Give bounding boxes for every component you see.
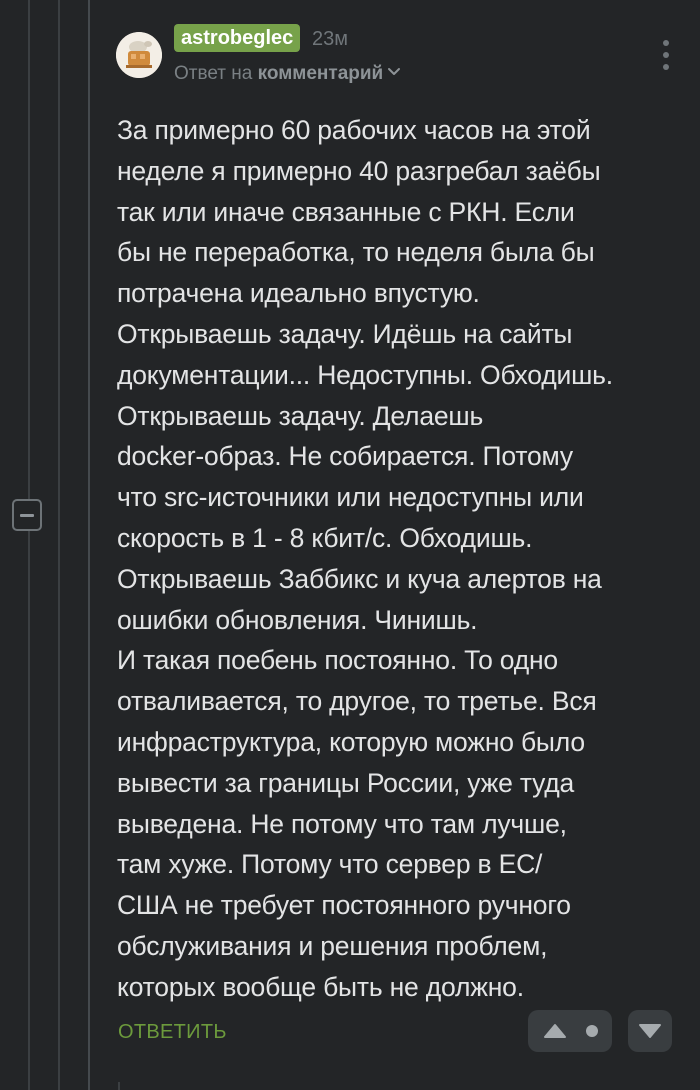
avatar[interactable] (116, 32, 162, 78)
comment-line: там хуже. Потому что сервер в ЕС/ (117, 849, 543, 880)
comment-body: За примерно 60 рабочих часов на этой нед… (117, 110, 677, 1008)
comment-line: За примерно 60 рабочих часов на этой (117, 115, 591, 145)
more-vertical-icon[interactable] (660, 40, 672, 70)
comment-line: которых вообще быть не должно. (117, 971, 524, 1002)
chevron-down-icon[interactable] (387, 60, 401, 84)
collapse-minus-icon (20, 513, 34, 517)
comment-line: Открываешь задачу. Делаешь (117, 400, 484, 431)
comment-line: скорость в 1 - 8 кбит/с. Обходишь. (117, 522, 533, 553)
comment-line: так или иначе связанные с РКН. Если (117, 196, 575, 227)
comment-line: выведена. Не потому что там лучше, (117, 808, 567, 839)
comment-line: США не требует постоянного ручного (117, 890, 571, 921)
comment-line: Открываешь Заббикс и куча алертов на (117, 563, 602, 594)
thread-line (28, 0, 30, 1090)
reply-button[interactable]: ОТВЕТИТЬ (118, 1019, 227, 1045)
menu-dot (663, 52, 669, 58)
avatar-image (116, 32, 162, 78)
comment-line: И такая поебень постоянно. То одно (117, 645, 558, 676)
reply-to-prefix: Ответ на (174, 63, 258, 84)
triangle-up-icon (544, 1024, 566, 1038)
thread-line[interactable] (88, 0, 90, 1090)
username-badge[interactable]: astrobeglec (174, 24, 301, 52)
comment-line: документации... Недоступны. Обходишь. (117, 359, 613, 390)
reply-to-link[interactable]: комментарий (258, 63, 384, 84)
comment-line: неделе я примерно 40 разгребал заёбы (117, 155, 601, 186)
comment-line: Открываешь задачу. Идёшь на сайты (117, 318, 573, 349)
triangle-down-icon (639, 1024, 661, 1038)
vote-down-button[interactable] (628, 1010, 672, 1052)
vote-up-button[interactable] (528, 1010, 612, 1052)
comment-line: что src-источники или недоступны или (117, 482, 584, 513)
comment: astrobeglec 23м Ответ на комментарий За … (100, 0, 700, 1090)
reply-to[interactable]: Ответ на комментарий (174, 62, 401, 86)
comment-line: обслуживания и решения проблем, (117, 930, 548, 961)
collapse-thread-button[interactable] (12, 499, 42, 531)
comment-line: отваливается, то другое, то третье. Вся (117, 686, 597, 717)
comment-line: бы не переработка, то неделя была бы (117, 237, 595, 268)
comment-time: 23м (312, 28, 348, 50)
comment-line: ошибки обновления. Чинишь. (117, 604, 478, 635)
comment-line: docker-образ. Не собирается. Потому (117, 441, 573, 472)
comment-page: astrobeglec 23м Ответ на комментарий За … (0, 0, 700, 1090)
comment-line: вывести за границы России, уже туда (117, 767, 575, 798)
thread-line (58, 0, 60, 1090)
rating-neutral-dot (586, 1025, 598, 1037)
comment-line: инфраструктура, которую можно было (117, 726, 585, 757)
menu-dot (663, 64, 669, 70)
menu-dot (663, 40, 669, 46)
comment-line: потрачена идеально впустую. (117, 278, 480, 309)
